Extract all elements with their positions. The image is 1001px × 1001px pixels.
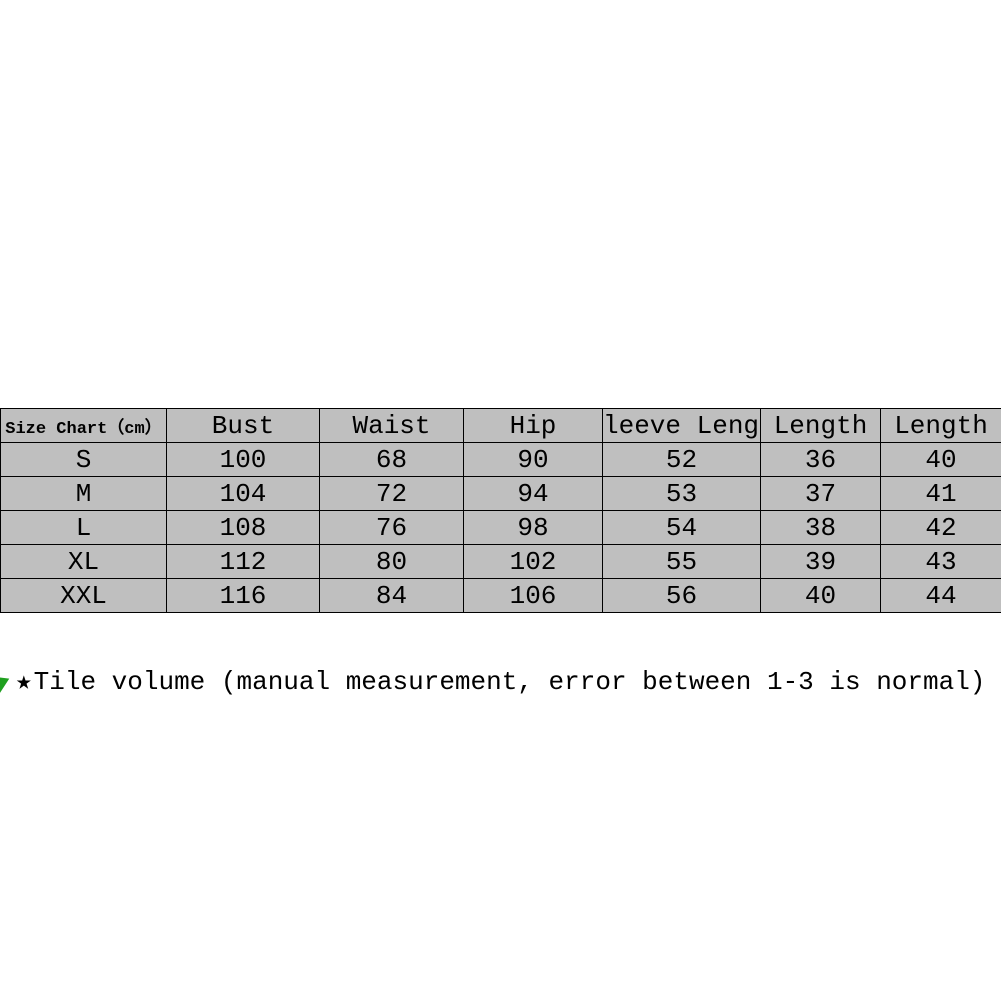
- table-row: XL 112 80 102 55 39 43: [1, 545, 1001, 579]
- page: Size Chart（cm） Bust Waist Hip leeve Leng…: [0, 0, 1001, 1001]
- size-chart-table: Size Chart（cm） Bust Waist Hip leeve Leng…: [0, 408, 1001, 613]
- table-row: XXL 116 84 106 56 40 44: [1, 579, 1001, 613]
- cell-length2: 41: [881, 477, 1001, 511]
- cell-waist: 68: [320, 443, 464, 477]
- cell-size: S: [1, 443, 167, 477]
- cell-sleeve: 54: [603, 511, 761, 545]
- cell-waist: 72: [320, 477, 464, 511]
- header-bust: Bust: [167, 409, 320, 443]
- header-length2: Length: [881, 409, 1001, 443]
- header-length1: Length: [761, 409, 881, 443]
- cell-hip: 102: [464, 545, 603, 579]
- table-row: S 100 68 90 52 36 40: [1, 443, 1001, 477]
- cell-length1: 37: [761, 477, 881, 511]
- cell-size: XXL: [1, 579, 167, 613]
- star-icon: ★: [16, 666, 32, 697]
- cell-hip: 98: [464, 511, 603, 545]
- cell-length2: 42: [881, 511, 1001, 545]
- cell-size: XL: [1, 545, 167, 579]
- cell-sleeve: 52: [603, 443, 761, 477]
- cell-bust: 100: [167, 443, 320, 477]
- cell-length2: 44: [881, 579, 1001, 613]
- cell-sleeve: 55: [603, 545, 761, 579]
- cell-length1: 39: [761, 545, 881, 579]
- table-row: L 108 76 98 54 38 42: [1, 511, 1001, 545]
- triangle-icon: [0, 669, 13, 694]
- cell-length2: 40: [881, 443, 1001, 477]
- cell-length1: 38: [761, 511, 881, 545]
- footnote-row: ★ Tile volume (manual measurement, error…: [0, 666, 1001, 697]
- header-hip: Hip: [464, 409, 603, 443]
- table-body: S 100 68 90 52 36 40 M 104 72 94 53 37 4…: [1, 443, 1001, 613]
- header-waist: Waist: [320, 409, 464, 443]
- cell-hip: 106: [464, 579, 603, 613]
- header-size: Size Chart（cm）: [1, 409, 167, 443]
- cell-size: L: [1, 511, 167, 545]
- cell-bust: 104: [167, 477, 320, 511]
- cell-length2: 43: [881, 545, 1001, 579]
- cell-hip: 94: [464, 477, 603, 511]
- cell-waist: 76: [320, 511, 464, 545]
- cell-bust: 116: [167, 579, 320, 613]
- cell-hip: 90: [464, 443, 603, 477]
- cell-sleeve: 56: [603, 579, 761, 613]
- table-header-row: Size Chart（cm） Bust Waist Hip leeve Leng…: [1, 409, 1001, 443]
- footnote-text: Tile volume (manual measurement, error b…: [34, 667, 986, 697]
- table-row: M 104 72 94 53 37 41: [1, 477, 1001, 511]
- cell-waist: 84: [320, 579, 464, 613]
- size-chart-table-area: Size Chart（cm） Bust Waist Hip leeve Leng…: [0, 408, 1001, 613]
- cell-length1: 40: [761, 579, 881, 613]
- cell-waist: 80: [320, 545, 464, 579]
- cell-bust: 108: [167, 511, 320, 545]
- cell-size: M: [1, 477, 167, 511]
- header-sleeve: leeve Lengt: [603, 409, 761, 443]
- cell-length1: 36: [761, 443, 881, 477]
- cell-bust: 112: [167, 545, 320, 579]
- cell-sleeve: 53: [603, 477, 761, 511]
